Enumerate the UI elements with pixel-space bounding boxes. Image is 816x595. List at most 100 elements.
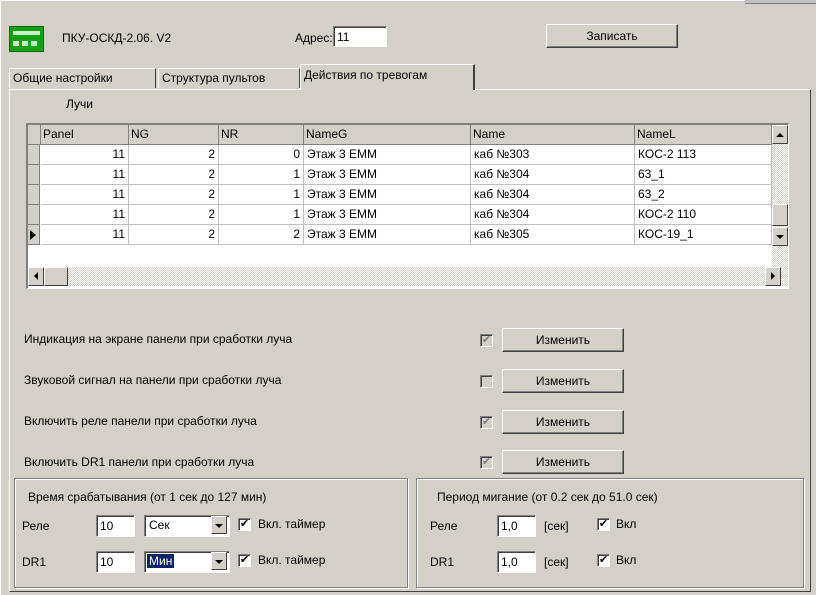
trigger-relay-timer-label: Вкл. таймер [258,517,326,531]
address-input[interactable] [333,26,387,47]
scroll-down-button[interactable] [772,227,788,246]
row-indicator[interactable] [28,205,40,225]
scroll-left-button[interactable] [28,267,44,286]
device-title: ПКУ-ОСКД-2.06. V2 [62,31,172,45]
option-checkbox-dr1[interactable]: ✔ [480,456,493,469]
cell-nr[interactable]: 1 [219,185,304,205]
trigger-relay-timer-checkbox[interactable]: ✔ [238,518,251,531]
blink-dr1-value-input[interactable] [497,551,536,573]
cell-name[interactable]: каб №304 [471,165,635,185]
dropdown-button[interactable] [211,516,227,534]
arrow-up-icon [776,133,784,137]
trigger-relay-label: Реле [22,519,50,533]
trigger-dr1-value-input[interactable] [96,551,135,573]
blink-dr1-enable-label: Вкл [616,553,637,567]
option-checkbox-sound-signal[interactable] [480,375,493,388]
cell-ng[interactable]: 2 [129,205,219,225]
horizontal-scroll-thumb[interactable] [44,267,68,286]
cell-namel[interactable]: 63_2 [635,185,772,205]
change-button-screen-indication[interactable]: Изменить [502,328,624,352]
tab-panel-structure[interactable]: Структура пультов [158,68,300,88]
change-button-sound-signal[interactable]: Изменить [502,369,624,393]
cell-nameg[interactable]: Этаж 3 ЕММ [304,205,471,225]
blink-dr1-unit-label: [сек] [544,555,569,569]
cell-nameg[interactable]: Этаж 3 ЕММ [304,185,471,205]
rays-grid[interactable]: Panel NG NR NameG Name NameL 11 2 0 Этаж… [26,123,789,289]
blink-relay-value-input[interactable] [497,515,536,537]
cell-nr[interactable]: 0 [219,145,304,165]
cell-ng[interactable]: 2 [129,145,219,165]
scroll-right-button[interactable] [765,267,781,286]
blink-relay-label: Реле [430,519,458,533]
blink-relay-enable-checkbox[interactable]: ✔ [597,518,610,531]
cell-nameg[interactable]: Этаж 3 ЕММ [304,225,471,245]
blink-relay-unit-label: [сек] [544,519,569,533]
change-button-dr1[interactable]: Изменить [502,450,624,474]
vertical-scroll-thumb[interactable] [772,204,788,226]
row-indicator[interactable] [28,185,40,205]
option-label-screen-indication: Индикация на экране панели при сработки … [24,332,293,346]
trigger-dr1-timer-label: Вкл. таймер [258,553,326,567]
cell-panel[interactable]: 11 [41,145,129,165]
blink-dr1-enable-checkbox[interactable]: ✔ [597,554,610,567]
tab-alarm-actions[interactable]: Действия по тревогам [300,64,475,90]
cell-panel[interactable]: 11 [41,225,129,245]
cell-ng[interactable]: 2 [129,225,219,245]
column-header-nr[interactable]: NR [219,125,304,145]
cell-ng[interactable]: 2 [129,165,219,185]
arrow-down-icon [776,235,784,239]
write-button[interactable]: Записать [546,24,678,48]
cell-panel[interactable]: 11 [41,205,129,225]
column-header-panel[interactable]: Panel [41,125,129,145]
tab-alarm-actions-label: Действия по тревогам [304,68,428,82]
cell-namel[interactable]: КОС-19_1 [635,225,772,245]
cell-namel[interactable]: КОС-2 113 [635,145,772,165]
cell-namel[interactable]: КОС-2 110 [635,205,772,225]
window-top-edge [745,0,816,4]
option-checkbox-screen-indication[interactable]: ✔ [480,334,493,347]
row-indicator-current[interactable] [28,225,40,245]
blink-period-title: Период мигание (от 0.2 сек до 51.0 сек) [437,490,658,504]
dropdown-button[interactable] [211,552,227,570]
column-header-nameg[interactable]: NameG [304,125,471,145]
cell-panel[interactable]: 11 [41,165,129,185]
trigger-relay-value-input[interactable] [96,515,135,537]
cell-nr[interactable]: 1 [219,165,304,185]
cell-nameg[interactable]: Этаж 3 ЕММ [304,165,471,185]
cell-nr[interactable]: 2 [219,225,304,245]
trigger-dr1-timer-checkbox[interactable]: ✔ [238,554,251,567]
change-button-relay[interactable]: Изменить [502,410,624,434]
tab-general-settings[interactable]: Общие настройки [9,68,156,88]
device-icon [9,26,44,52]
scroll-up-button[interactable] [772,125,788,144]
cell-panel[interactable]: 11 [41,185,129,205]
option-label-dr1: Включить DR1 панели при сработки луча [24,455,255,469]
column-header-namel[interactable]: NameL [635,125,772,145]
trigger-dr1-unit-select[interactable]: Мин [144,551,230,573]
tab-general-settings-label: Общие настройки [13,71,113,85]
column-header-ng[interactable]: NG [129,125,219,145]
tab-panel-structure-label: Структура пультов [162,71,266,85]
address-label: Адрес: [295,31,333,45]
cell-name[interactable]: каб №304 [471,185,635,205]
option-checkbox-relay[interactable]: ✔ [480,416,493,429]
row-indicator[interactable] [28,145,40,165]
option-label-relay: Включить реле панели при сработки луча [24,414,257,428]
trigger-relay-unit-value: Сек [149,518,170,532]
trigger-relay-unit-select[interactable]: Сек [144,515,230,537]
column-header-name[interactable]: Name [471,125,635,145]
trigger-dr1-unit-value: Мин [147,554,175,568]
cell-name[interactable]: каб №305 [471,225,635,245]
cell-nr[interactable]: 1 [219,205,304,225]
cell-name[interactable]: каб №303 [471,145,635,165]
arrow-right-icon [771,272,775,280]
row-indicator[interactable] [28,165,40,185]
cell-ng[interactable]: 2 [129,185,219,205]
cell-namel[interactable]: 63_1 [635,165,772,185]
cell-nameg[interactable]: Этаж 3 ЕММ [304,145,471,165]
horizontal-scrollbar[interactable] [28,267,788,286]
cell-name[interactable]: каб №304 [471,205,635,225]
vertical-scrollbar[interactable] [772,125,788,267]
chevron-down-icon [215,524,223,528]
current-row-arrow-icon [30,230,36,240]
